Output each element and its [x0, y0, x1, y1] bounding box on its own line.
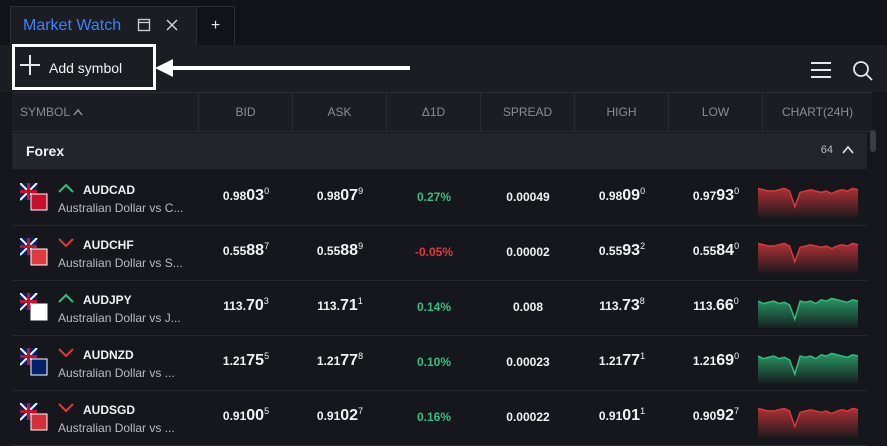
- currency-flag-icon: [20, 403, 48, 431]
- column-low[interactable]: LOW: [669, 93, 763, 131]
- column-spread[interactable]: SPREAD: [481, 93, 575, 131]
- column-high[interactable]: HIGH: [575, 93, 669, 131]
- close-icon[interactable]: [165, 18, 179, 35]
- high-price: 0.91011: [598, 406, 646, 424]
- trend-down-icon: [58, 348, 74, 358]
- sparkline-area: [758, 298, 858, 328]
- column-change-1d[interactable]: Δ1D: [387, 93, 481, 131]
- sparkline-chart: [758, 242, 858, 273]
- symbol-name: AUDJPY: [83, 293, 132, 307]
- symbol-description: Australian Dollar vs ...: [58, 421, 175, 435]
- symbol-description: Australian Dollar vs ...: [58, 366, 175, 380]
- table-row[interactable]: AUDCAD Australian Dollar vs C... 0.98030 0.…: [12, 170, 867, 226]
- ask-price: 0.55889: [316, 241, 364, 259]
- bid-price: 1.21755: [222, 351, 270, 369]
- symbol-description: Australian Dollar vs J...: [58, 311, 181, 325]
- menu-icon[interactable]: [810, 60, 832, 80]
- table-row[interactable]: AUDJPY Australian Dollar vs J... 113.703 11…: [12, 280, 867, 336]
- sparkline-area: [758, 353, 858, 383]
- currency-flag-icon: [20, 238, 48, 266]
- low-price: 0.97930: [692, 186, 740, 204]
- spread-value: 0.00049: [506, 190, 550, 204]
- high-price: 0.55932: [598, 241, 646, 259]
- sparkline-chart: [758, 187, 858, 218]
- trend-up-icon: [58, 183, 74, 193]
- bid-price: 0.91005: [222, 406, 270, 424]
- column-chart: CHART(24H): [781, 105, 854, 119]
- sparkline-area: [758, 188, 858, 218]
- trend-down-icon: [58, 403, 74, 413]
- window-top-bar: Market Watch +: [0, 0, 887, 45]
- column-bid[interactable]: BID: [199, 93, 293, 131]
- change-value: 0.27%: [416, 190, 452, 204]
- change-value: 0.10%: [416, 355, 452, 369]
- symbol-name: AUDCAD: [83, 183, 135, 197]
- ask-price: 0.91027: [316, 406, 364, 424]
- add-tab-button[interactable]: +: [197, 6, 235, 45]
- low-price: 0.55840: [692, 241, 740, 259]
- sparkline-chart: [758, 352, 858, 383]
- chevron-up-icon[interactable]: [841, 143, 855, 157]
- spread-value: 0.00023: [506, 355, 550, 369]
- add-symbol-label: Add symbol: [49, 60, 123, 76]
- currency-flag-icon: [20, 183, 48, 211]
- table-row[interactable]: AUDSGD Australian Dollar vs ... 0.91005 0.9…: [12, 390, 867, 446]
- bid-price: 0.98030: [222, 186, 270, 204]
- add-symbol-button[interactable]: Add symbol: [12, 44, 156, 90]
- column-symbol[interactable]: SYMBOL: [12, 93, 199, 131]
- currency-flag-icon: [20, 348, 48, 376]
- trend-down-icon: [58, 238, 74, 248]
- sparkline-area: [758, 243, 858, 273]
- currency-flag-icon: [20, 293, 48, 321]
- spread-value: 0.00002: [506, 245, 550, 259]
- low-price: 1.21690: [692, 351, 740, 369]
- sort-up-icon: [73, 108, 83, 116]
- trend-up-icon: [58, 293, 74, 303]
- symbol-description: Australian Dollar vs C...: [58, 201, 184, 215]
- column-ask[interactable]: ASK: [293, 93, 387, 131]
- symbol-name: AUDNZD: [83, 348, 134, 362]
- high-price: 113.738: [599, 296, 645, 314]
- table-row[interactable]: AUDNZD Australian Dollar vs ... 1.21755 1.2…: [12, 335, 867, 391]
- sparkline-area: [758, 408, 858, 438]
- table-header: SYMBOL BID ASK Δ1D SPREAD HIGH LOW CHART…: [12, 92, 872, 132]
- group-count: 64: [820, 144, 833, 156]
- table-row[interactable]: AUDCHF Australian Dollar vs S... 0.55887 0.…: [12, 225, 867, 281]
- bid-price: 0.55887: [222, 241, 270, 259]
- annotation-arrow-icon: [155, 59, 410, 77]
- group-title: Forex: [26, 143, 65, 159]
- sparkline-chart: [758, 407, 858, 438]
- high-price: 1.21771: [598, 351, 646, 369]
- spread-value: 0.008: [512, 300, 544, 314]
- window-icon[interactable]: [137, 18, 151, 35]
- low-price: 0.90927: [692, 406, 740, 424]
- plus-icon: [20, 55, 40, 75]
- high-price: 0.98090: [598, 186, 646, 204]
- bid-price: 113.703: [223, 296, 269, 314]
- search-icon[interactable]: [852, 60, 874, 82]
- tab-market-watch[interactable]: Market Watch: [10, 6, 197, 45]
- ask-price: 1.21778: [316, 351, 364, 369]
- symbol-name: AUDSGD: [83, 403, 136, 417]
- change-value: 0.14%: [416, 300, 452, 314]
- symbol-description: Australian Dollar vs S...: [58, 256, 183, 270]
- change-value: -0.05%: [414, 245, 454, 259]
- low-price: 113.660: [693, 296, 739, 314]
- ask-price: 113.711: [317, 296, 363, 314]
- scrollbar[interactable]: [870, 130, 876, 152]
- group-forex[interactable]: Forex 64: [12, 133, 867, 169]
- plus-icon: +: [210, 17, 221, 34]
- tab-title: Market Watch: [23, 17, 122, 34]
- symbol-name: AUDCHF: [83, 238, 134, 252]
- sparkline-chart: [758, 297, 858, 328]
- ask-price: 0.98079: [316, 186, 364, 204]
